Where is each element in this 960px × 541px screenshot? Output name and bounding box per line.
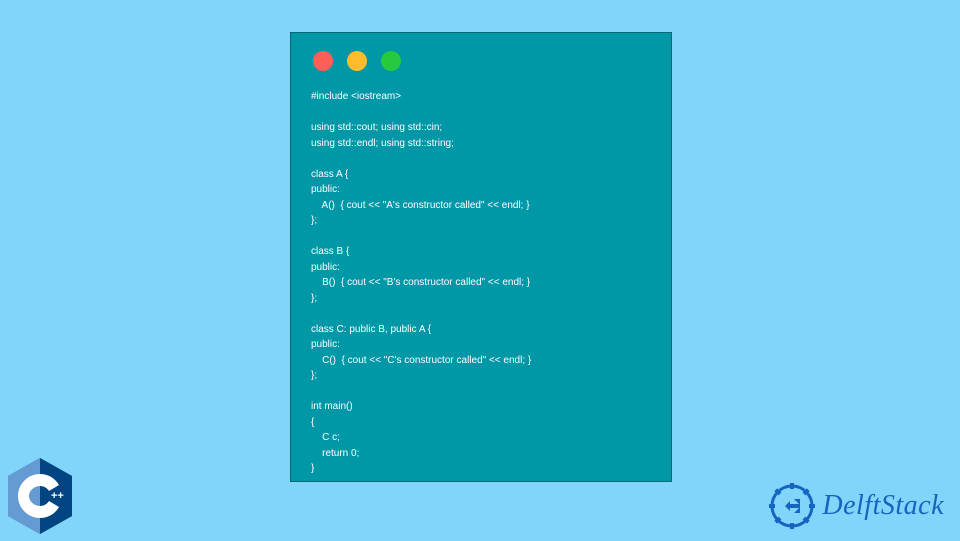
maximize-dot-icon <box>381 51 401 71</box>
cpp-logo-icon: ++ <box>4 456 76 536</box>
svg-text:++: ++ <box>51 490 64 502</box>
close-dot-icon <box>313 51 333 71</box>
brand-name: DelftStack <box>822 490 944 522</box>
delftstack-brand: DelftStack <box>768 482 944 530</box>
delftstack-gear-icon <box>768 482 816 530</box>
minimize-dot-icon <box>347 51 367 71</box>
window-titlebar <box>313 51 651 71</box>
code-window: #include <iostream> using std::cout; usi… <box>290 32 672 482</box>
code-block: #include <iostream> using std::cout; usi… <box>311 89 651 477</box>
